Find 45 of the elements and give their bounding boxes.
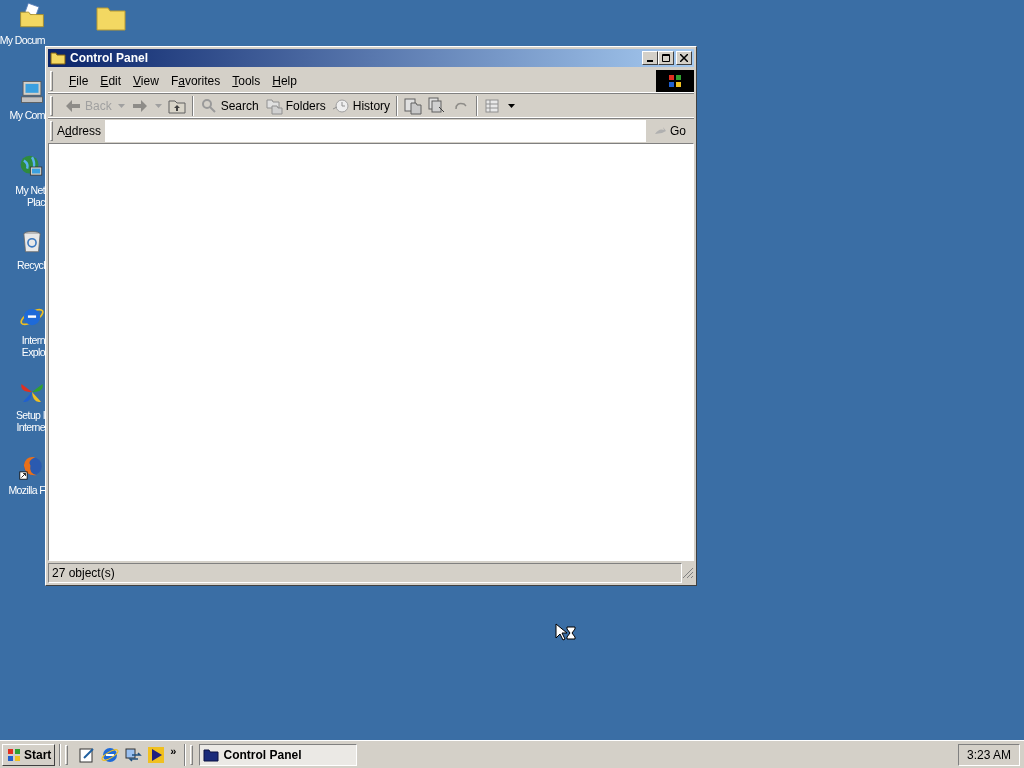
close-icon bbox=[680, 54, 688, 62]
maximize-icon bbox=[662, 54, 670, 62]
notepad-pencil-icon[interactable] bbox=[78, 745, 97, 764]
dropdown-caret-icon[interactable] bbox=[508, 103, 516, 108]
clock-arrow-icon bbox=[331, 96, 350, 115]
windows-flag-icon bbox=[6, 747, 22, 762]
desktop-icon-label: Mozilla F bbox=[7, 484, 45, 496]
menu-item[interactable]: Tools bbox=[226, 71, 267, 90]
menu-item[interactable]: View bbox=[127, 71, 165, 90]
browser-e-icon[interactable] bbox=[101, 745, 120, 764]
desktop-icon-label: My Com bbox=[8, 109, 45, 121]
clock: 3:23 AM bbox=[958, 743, 1020, 766]
busy-cursor-icon bbox=[555, 623, 578, 641]
address-field[interactable] bbox=[105, 119, 646, 142]
desktop-icon-label: My Net Plac bbox=[14, 184, 45, 208]
desktop-icon-label: Intern Explo bbox=[20, 334, 45, 358]
folder-tree-icon bbox=[264, 96, 283, 115]
taskbar-task[interactable]: Control Panel bbox=[199, 743, 358, 766]
folder-icon bbox=[203, 747, 220, 762]
window-title: Control Panel bbox=[70, 50, 149, 67]
toolbar-button[interactable]: Folders bbox=[261, 94, 329, 117]
menu-item[interactable]: Edit bbox=[94, 71, 128, 90]
sync-arrows-icon[interactable] bbox=[124, 745, 143, 764]
folder-icon bbox=[50, 51, 66, 65]
go-button[interactable]: Go bbox=[646, 119, 694, 142]
search-icon bbox=[199, 96, 218, 115]
close-button[interactable] bbox=[676, 51, 692, 65]
minimize-button[interactable] bbox=[642, 51, 658, 65]
start-button[interactable]: Start bbox=[2, 743, 56, 766]
address-label: Address bbox=[56, 122, 103, 140]
status-text: 27 object(s) bbox=[48, 563, 682, 583]
windows-flag-icon bbox=[667, 73, 683, 88]
menu-item[interactable]: Help bbox=[266, 71, 303, 90]
move-to-folder-icon bbox=[404, 96, 423, 115]
desktop-icon-label: Setup I Interne bbox=[14, 409, 45, 433]
menu-item[interactable]: Favorites bbox=[164, 71, 227, 90]
menu-item[interactable]: File bbox=[63, 71, 95, 90]
copy-to-folder-icon bbox=[428, 96, 447, 115]
chevron-button[interactable]: » bbox=[170, 743, 177, 760]
toolbar-button[interactable]: Search bbox=[196, 94, 262, 117]
desktop-icon-label: My Docum bbox=[0, 34, 45, 46]
resize-grip-icon[interactable] bbox=[682, 567, 694, 579]
desktop-icon-label: Recycl bbox=[16, 259, 45, 271]
toolbar-button[interactable]: History bbox=[328, 94, 394, 117]
maximize-button[interactable] bbox=[658, 51, 674, 65]
